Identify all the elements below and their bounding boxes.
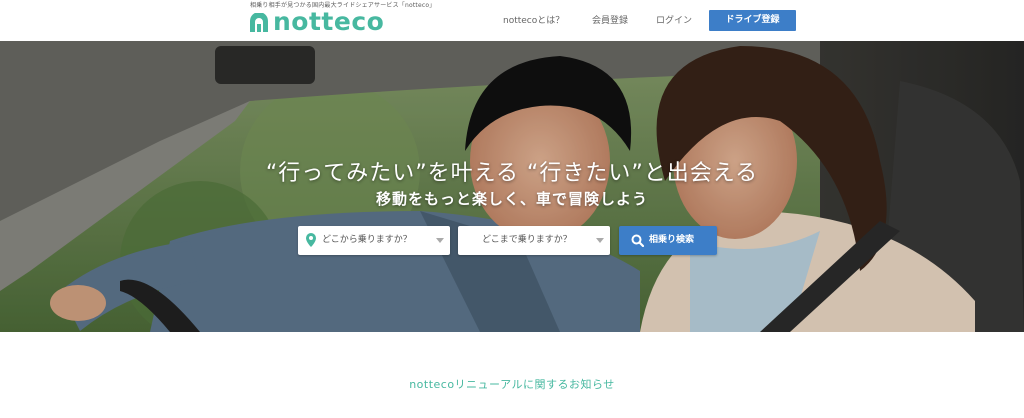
destination-select-value: どこまで乗りますか？ xyxy=(482,235,572,245)
hero-section: “行ってみたい”を叶える “行きたい”と出会える 移動をもっと楽しく、車で冒険し… xyxy=(0,41,1024,332)
chevron-down-icon xyxy=(596,238,604,243)
site-logo[interactable]: notteco xyxy=(248,8,384,36)
departure-select-value: どこから乗りますか？ xyxy=(322,235,412,245)
destination-select[interactable]: どこまで乗りますか？ xyxy=(458,226,610,255)
nav-link-about[interactable]: nottecoとは？ xyxy=(503,10,564,32)
site-header: 相乗り相手が見つかる国内最大ライドシェアサービス「notteco」 nottec… xyxy=(0,0,1024,41)
departure-select[interactable]: どこから乗りますか？ xyxy=(298,226,450,255)
ride-search-label: 相乗り検索 xyxy=(649,235,695,245)
search-icon xyxy=(631,234,644,247)
drive-register-button[interactable]: ドライブ登録 xyxy=(709,10,796,31)
nav-link-login[interactable]: ログイン xyxy=(656,10,692,32)
chevron-down-icon xyxy=(436,238,444,243)
nav-link-register[interactable]: 会員登録 xyxy=(592,10,628,32)
renewal-notice-link[interactable]: nottecoリニューアルに関するお知らせ xyxy=(0,376,1024,392)
logo-wordmark: notteco xyxy=(273,7,385,36)
hero-headline: “行ってみたい”を叶える “行きたい”と出会える xyxy=(265,161,759,186)
hero-subline: 移動をもっと楽しく、車で冒険しよう xyxy=(375,190,648,208)
logo-mark-icon xyxy=(250,13,268,32)
location-pin-icon xyxy=(306,233,316,247)
ride-search-button[interactable]: 相乗り検索 xyxy=(619,226,717,255)
